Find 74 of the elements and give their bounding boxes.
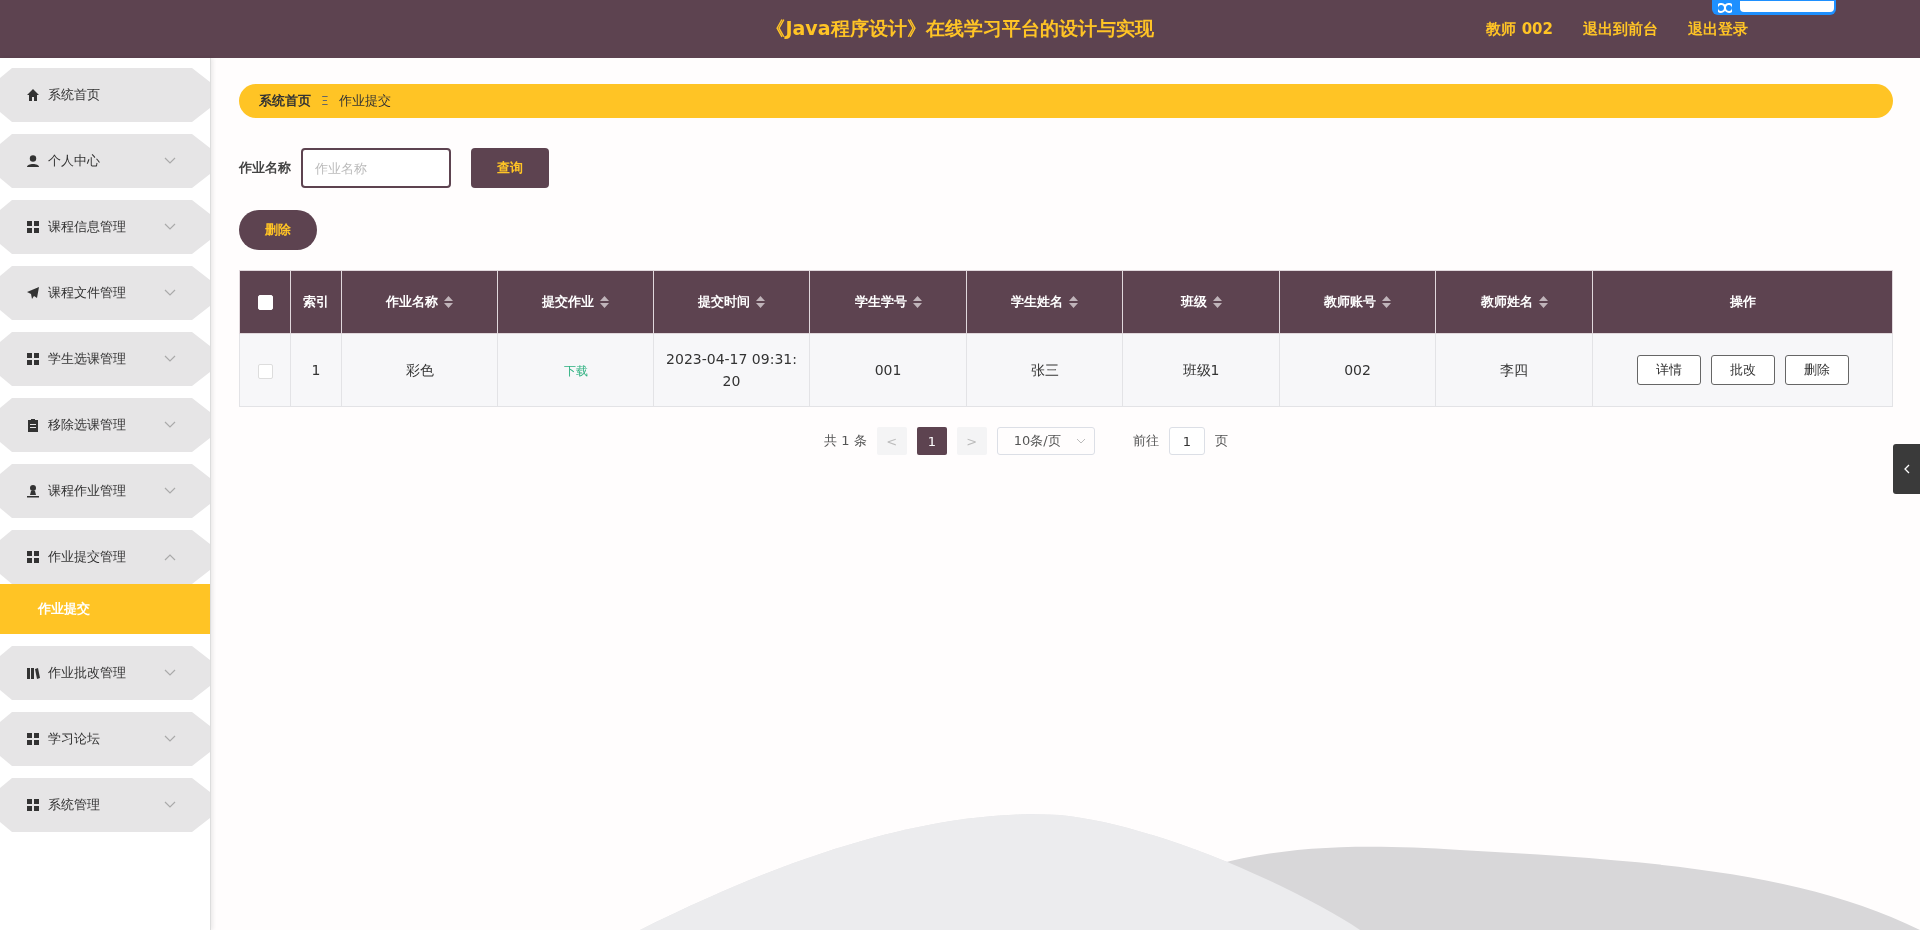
menu-item[interactable]: 系统首页: [0, 68, 210, 122]
upload-widget[interactable]: [1712, 0, 1836, 15]
sort-icon: [756, 296, 765, 308]
user-link[interactable]: 教师 002: [1486, 19, 1553, 39]
chevron-left-icon: [1903, 464, 1910, 474]
menu-item[interactable]: 学生选课管理: [0, 332, 210, 386]
paper-plane-icon: [26, 286, 40, 300]
page-input[interactable]: 1: [1168, 427, 1205, 455]
sort-icon: [912, 296, 922, 308]
menu-item[interactable]: 课程作业管理: [0, 464, 210, 518]
page-title: 《Java程序设计》在线学习平台的设计与实现: [766, 17, 1154, 39]
search-field[interactable]: 作业名称: [301, 148, 451, 188]
breadcrumb-item: 作业提交: [338, 92, 391, 110]
menu-item[interactable]: 作业提交管理: [0, 530, 210, 584]
column-header[interactable]: 教师姓名: [1480, 293, 1548, 311]
grid-icon: [26, 798, 40, 812]
table-cell: 002: [1344, 362, 1371, 378]
menu-item[interactable]: 系统管理: [0, 778, 210, 832]
menu-item[interactable]: 课程文件管理: [0, 266, 210, 320]
sort-icon: [444, 296, 453, 308]
menu-item[interactable]: 移除选课管理: [0, 398, 210, 452]
table-cell: 彩色: [405, 362, 434, 378]
sort-icon: [1382, 296, 1391, 308]
column-header: 操作: [1729, 293, 1756, 311]
column-header[interactable]: 教师账号: [1324, 293, 1391, 311]
user-icon: [26, 154, 40, 168]
checkbox[interactable]: [257, 363, 273, 379]
logout-link[interactable]: 退出登录: [1688, 19, 1748, 39]
table-cell: 李四: [1500, 362, 1528, 378]
column-header[interactable]: 学生姓名: [1011, 293, 1078, 311]
grid-icon: [26, 220, 40, 234]
collapse-tab[interactable]: [1893, 444, 1920, 494]
books-icon: [26, 666, 40, 680]
table-cell: 001: [874, 362, 902, 378]
review-button[interactable]: 批改: [1710, 355, 1775, 385]
link-icon: [1718, 2, 1732, 13]
grid-icon: [26, 732, 40, 746]
column-header[interactable]: 提交作业: [542, 293, 609, 311]
menu-item[interactable]: 学习论坛: [0, 712, 210, 766]
field-label: 作业名称: [239, 159, 291, 177]
sort-icon: [1212, 296, 1222, 308]
stamp-icon: [26, 484, 40, 498]
column-header[interactable]: 提交时间: [698, 293, 765, 311]
column-header: 索引: [303, 293, 329, 311]
grid-icon: [26, 352, 40, 366]
delete-button[interactable]: 删除: [239, 210, 317, 250]
goto-label: 页: [1214, 432, 1228, 450]
chevron-down-icon: [1075, 438, 1086, 444]
breadcrumb-item[interactable]: 系统首页: [259, 92, 311, 110]
table-cell: 班级1: [1182, 362, 1220, 378]
goto-label: 前往: [1132, 432, 1159, 450]
delete-button[interactable]: 删除: [1784, 355, 1849, 385]
page-button[interactable]: 1: [916, 427, 947, 455]
page-size-select[interactable]: 10条/页: [996, 427, 1095, 455]
column-header[interactable]: 学生学号: [854, 293, 922, 311]
clipboard-icon: [26, 418, 40, 432]
menu-item[interactable]: 课程信息管理: [0, 200, 210, 254]
column-header[interactable]: 作业名称: [386, 293, 453, 311]
menu-item[interactable]: 作业批改管理: [0, 646, 210, 700]
total-count: 共 1 条: [824, 432, 867, 450]
sort-icon: [600, 296, 609, 308]
sort-icon: [1069, 296, 1078, 308]
breadcrumb-separator: Ξ: [321, 94, 329, 108]
details-button[interactable]: 详情: [1636, 355, 1701, 385]
home-icon: [26, 88, 40, 102]
column-header[interactable]: 班级: [1180, 293, 1222, 311]
table-cell: 1: [311, 362, 321, 378]
logout-link[interactable]: 退出到前台: [1583, 19, 1658, 39]
grid-icon: [26, 550, 40, 564]
search-button[interactable]: 查询: [471, 148, 549, 188]
menu-item[interactable]: 个人中心: [0, 134, 210, 188]
table-cell: 2023-04-17 09:31:20: [666, 351, 797, 389]
sort-icon: [1538, 296, 1548, 308]
table-cell: 张三: [1030, 362, 1059, 378]
